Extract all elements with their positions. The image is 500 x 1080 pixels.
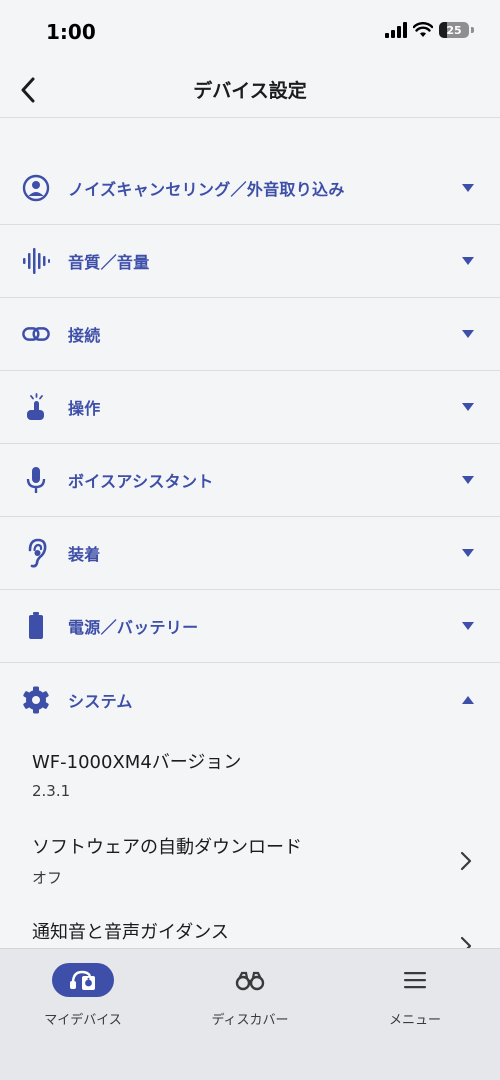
tab-label: ディスカバー — [211, 1013, 289, 1028]
caret-down-icon — [462, 548, 474, 558]
battery-tip — [471, 27, 474, 33]
section-noise-canceling[interactable]: ノイズキャンセリング／外音取り込み — [0, 152, 500, 225]
system-firmware-version: WF-1000XM4バージョン 2.3.1 — [0, 736, 500, 821]
auto-download-value: オフ — [32, 869, 63, 887]
section-sound-quality[interactable]: 音質／音量 — [0, 225, 500, 298]
status-icons: 25 — [385, 22, 474, 38]
tab-discover[interactable]: ディスカバー — [180, 963, 320, 1033]
tab-my-device[interactable]: マイデバイス — [13, 963, 153, 1033]
battery-percentage: 25 — [446, 23, 462, 37]
battery-indicator: 25 — [439, 22, 469, 38]
tab-label: メニュー — [388, 1013, 441, 1028]
microphone-icon — [22, 466, 50, 494]
section-label: 操作 — [68, 399, 101, 418]
tab-icon-container — [384, 963, 446, 997]
cellular-signal-icon — [385, 22, 407, 38]
section-label: 装着 — [68, 545, 101, 564]
ear-icon — [22, 538, 50, 568]
section-voice-assistant[interactable]: ボイスアシスタント — [0, 444, 500, 517]
caret-down-icon — [462, 256, 474, 266]
section-label: システム — [68, 691, 133, 711]
menu-icon — [404, 972, 426, 989]
status-time: 1:00 — [46, 20, 96, 44]
section-label: 電源／バッテリー — [68, 618, 199, 637]
tab-menu[interactable]: メニュー — [345, 963, 485, 1033]
section-wearing[interactable]: 装着 — [0, 517, 500, 590]
firmware-version-value: 2.3.1 — [32, 782, 71, 800]
firmware-version-title: WF-1000XM4バージョン — [32, 752, 242, 773]
section-label: 音質／音量 — [68, 253, 150, 272]
gear-icon — [22, 686, 50, 714]
section-controls[interactable]: 操作 — [0, 371, 500, 444]
person-noise-icon — [22, 174, 50, 202]
section-label: ボイスアシスタント — [68, 472, 214, 491]
caret-down-icon — [462, 402, 474, 412]
notification-sounds-title: 通知音と音声ガイダンス — [32, 922, 229, 943]
battery-icon — [22, 612, 50, 640]
navigation-header: デバイス設定 — [0, 62, 500, 118]
caret-down-icon — [462, 475, 474, 485]
system-auto-download[interactable]: ソフトウェアの自動ダウンロード オフ — [0, 821, 500, 906]
headphones-icon — [70, 970, 95, 990]
wifi-icon — [413, 22, 433, 37]
page-title: デバイス設定 — [193, 80, 307, 102]
caret-down-icon — [462, 329, 474, 339]
status-bar: 1:00 25 — [0, 0, 500, 62]
link-icon — [22, 320, 50, 348]
tab-label: マイデバイス — [44, 1013, 122, 1028]
caret-up-icon — [462, 695, 474, 705]
auto-download-title: ソフトウェアの自動ダウンロード — [32, 837, 302, 858]
binoculars-icon — [235, 971, 265, 991]
tab-bar: マイデバイス ディスカバー メニュー — [0, 948, 500, 1080]
chevron-right-icon — [460, 851, 472, 871]
caret-down-icon — [462, 183, 474, 193]
tab-icon-container — [219, 963, 281, 997]
tab-active-indicator — [52, 963, 114, 997]
waveform-icon — [22, 247, 50, 275]
section-system[interactable]: システム — [0, 663, 500, 736]
settings-list: ノイズキャンセリング／外音取り込み 音質／音量 接続 操作 ボイスアシスタント … — [0, 152, 500, 991]
caret-down-icon — [462, 621, 474, 631]
touch-icon — [22, 393, 50, 421]
section-label: 接続 — [68, 326, 101, 345]
section-connection[interactable]: 接続 — [0, 298, 500, 371]
section-label: ノイズキャンセリング／外音取り込み — [68, 180, 345, 199]
section-power-battery[interactable]: 電源／バッテリー — [0, 590, 500, 663]
